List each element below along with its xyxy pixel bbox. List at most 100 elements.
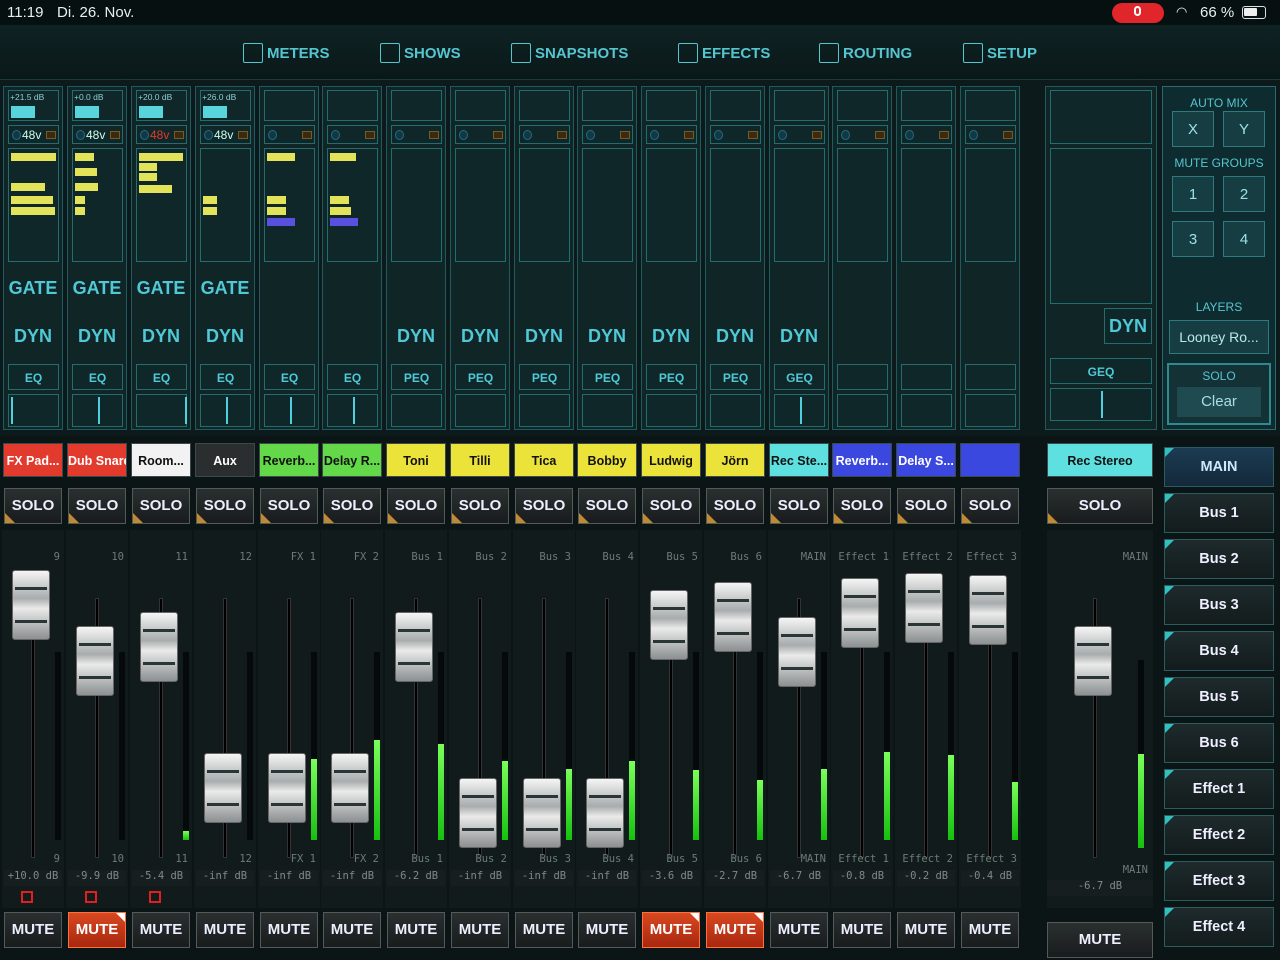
phantom-power-toggle[interactable] [455, 125, 506, 144]
eq-curve-preview[interactable] [582, 148, 633, 262]
main-dyn-button[interactable]: DYN [1104, 308, 1152, 344]
dyn-button[interactable]: DYN [706, 326, 764, 347]
pan-control[interactable] [837, 394, 888, 427]
pan-control[interactable] [519, 394, 570, 427]
eq-curve-preview[interactable] [327, 148, 378, 262]
mute-button[interactable]: MUTE [68, 912, 126, 948]
mute-button[interactable]: MUTE [642, 912, 700, 948]
pan-control[interactable] [136, 394, 187, 427]
pan-control[interactable] [582, 394, 633, 427]
pan-control[interactable] [200, 394, 251, 427]
solo-button[interactable]: SOLO [515, 488, 573, 524]
eq-curve-preview[interactable] [391, 148, 442, 262]
solo-button[interactable]: SOLO [897, 488, 955, 524]
phantom-power-toggle[interactable]: 48v [8, 125, 59, 144]
bus-button-main[interactable]: MAIN [1164, 447, 1274, 487]
bus-button-effect-1[interactable]: Effect 1 [1164, 769, 1274, 809]
main-geq-button[interactable]: GEQ [1050, 358, 1152, 384]
nav-setup[interactable]: SETUP [963, 42, 1037, 64]
eq-button[interactable]: PEQ [646, 364, 697, 390]
pan-control[interactable] [8, 394, 59, 427]
eq-button[interactable] [837, 364, 888, 390]
mute-group-4-button[interactable]: 4 [1223, 221, 1265, 257]
solo-button[interactable]: SOLO [451, 488, 509, 524]
solo-button[interactable]: SOLO [770, 488, 828, 524]
main-mute-button[interactable]: MUTE [1047, 922, 1153, 958]
eq-curve-preview[interactable] [837, 148, 888, 262]
channel-name[interactable]: Delay S... [896, 443, 956, 477]
gain-control[interactable] [391, 90, 442, 121]
gain-control[interactable] [519, 90, 570, 121]
gate-button[interactable]: GATE [132, 278, 190, 299]
fader-knob[interactable] [969, 575, 1007, 646]
eq-button[interactable]: EQ [72, 364, 123, 390]
fader-knob[interactable] [586, 777, 624, 848]
phantom-power-toggle[interactable] [837, 125, 888, 144]
dyn-button[interactable]: DYN [451, 326, 509, 347]
channel-name[interactable]: Toni [386, 443, 446, 477]
channel-name[interactable]: Room... [131, 443, 191, 477]
solo-button[interactable]: SOLO [196, 488, 254, 524]
dyn-button[interactable]: DYN [387, 326, 445, 347]
bus-button-bus-5[interactable]: Bus 5 [1164, 677, 1274, 717]
dyn-button[interactable]: DYN [642, 326, 700, 347]
mute-group-2-button[interactable]: 2 [1223, 176, 1265, 212]
eq-button[interactable]: EQ [264, 364, 315, 390]
solo-button[interactable]: SOLO [260, 488, 318, 524]
channel-name[interactable]: Reverb... [259, 443, 319, 477]
channel-name[interactable]: Jörn [705, 443, 765, 477]
eq-curve-preview[interactable] [965, 148, 1016, 262]
record-arm-icon[interactable] [21, 891, 33, 903]
eq-curve-preview[interactable] [136, 148, 187, 262]
eq-button[interactable]: EQ [136, 364, 187, 390]
eq-curve-preview[interactable] [72, 148, 123, 262]
fader-knob[interactable] [268, 753, 306, 824]
eq-button[interactable]: GEQ [774, 364, 825, 390]
solo-button[interactable]: SOLO [387, 488, 445, 524]
channel-name[interactable]: Reverb... [832, 443, 892, 477]
dyn-button[interactable]: DYN [515, 326, 573, 347]
solo-button[interactable]: SOLO [706, 488, 764, 524]
gain-control[interactable] [710, 90, 761, 121]
pan-control[interactable] [327, 394, 378, 427]
dyn-button[interactable]: DYN [578, 326, 636, 347]
eq-curve-preview[interactable] [774, 148, 825, 262]
bus-button-effect-4[interactable]: Effect 4 [1164, 907, 1274, 947]
fader-knob[interactable] [459, 777, 497, 848]
gain-control[interactable] [582, 90, 633, 121]
solo-button[interactable]: SOLO [4, 488, 62, 524]
phantom-power-toggle[interactable] [327, 125, 378, 144]
mute-button[interactable]: MUTE [515, 912, 573, 948]
mute-button[interactable]: MUTE [132, 912, 190, 948]
gain-control[interactable] [327, 90, 378, 121]
phantom-power-toggle[interactable] [646, 125, 697, 144]
phantom-power-toggle[interactable] [582, 125, 633, 144]
mute-button[interactable]: MUTE [196, 912, 254, 948]
mute-button[interactable]: MUTE [260, 912, 318, 948]
eq-button[interactable]: EQ [327, 364, 378, 390]
record-arm-icon[interactable] [149, 891, 161, 903]
pan-control[interactable] [455, 394, 506, 427]
mute-button[interactable]: MUTE [706, 912, 764, 948]
eq-curve-preview[interactable] [519, 148, 570, 262]
phantom-power-toggle[interactable] [391, 125, 442, 144]
eq-button[interactable]: PEQ [519, 364, 570, 390]
bus-button-effect-3[interactable]: Effect 3 [1164, 861, 1274, 901]
fader-knob[interactable] [12, 570, 50, 641]
solo-button[interactable]: SOLO [642, 488, 700, 524]
fader-knob[interactable] [331, 753, 369, 824]
pan-control[interactable] [391, 394, 442, 427]
fader-knob[interactable] [841, 577, 879, 648]
fader-knob[interactable] [905, 572, 943, 643]
fader-knob[interactable] [76, 626, 114, 697]
pan-control[interactable] [264, 394, 315, 427]
phantom-power-toggle[interactable] [901, 125, 952, 144]
eq-curve-preview[interactable] [264, 148, 315, 262]
eq-button[interactable]: PEQ [710, 364, 761, 390]
phantom-power-toggle[interactable]: 48v [200, 125, 251, 144]
auto-mix-x-button[interactable]: X [1172, 111, 1214, 147]
main-channel-name[interactable]: Rec Stereo [1047, 443, 1153, 477]
main-balance-control[interactable] [1050, 388, 1152, 421]
channel-name[interactable]: Tica [514, 443, 574, 477]
eq-curve-preview[interactable] [455, 148, 506, 262]
